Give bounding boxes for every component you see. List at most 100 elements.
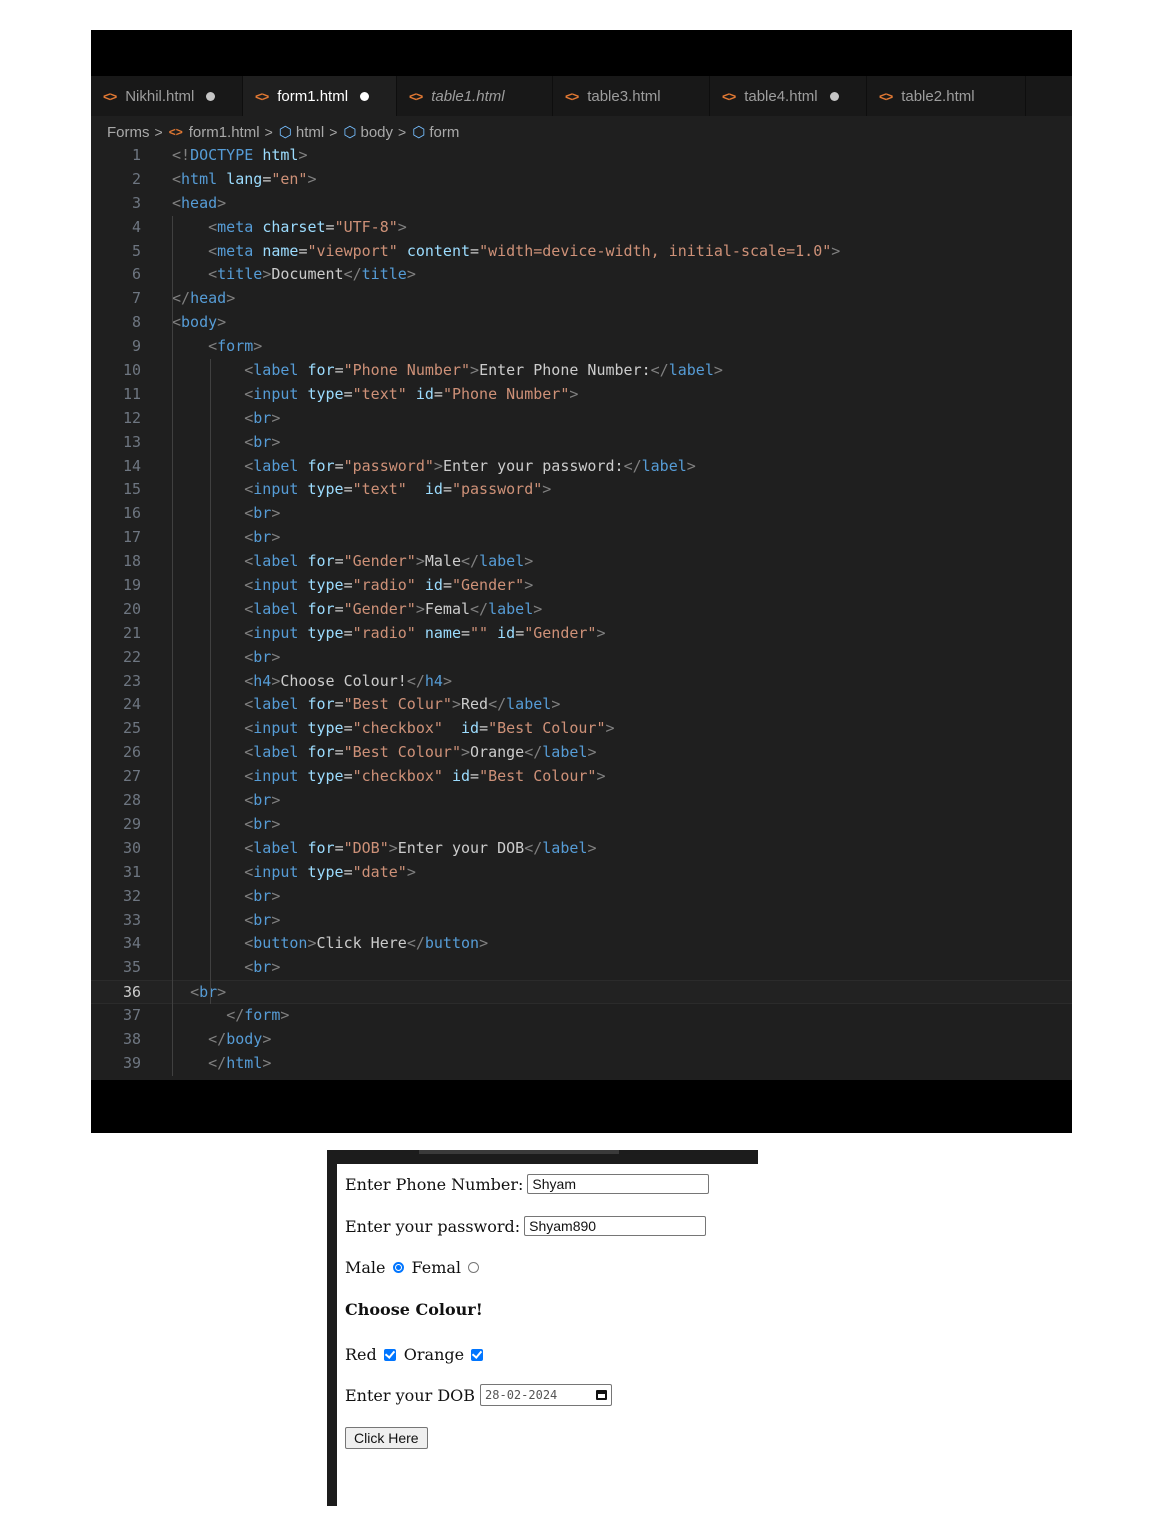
code-line[interactable]: 1 <!DOCTYPE html> <box>91 144 1072 168</box>
code-line[interactable]: 11 <input type="text" id="Phone Number"> <box>91 383 1072 407</box>
line-number: 14 <box>122 456 141 475</box>
code-line[interactable]: 14 <label for="password">Enter your pass… <box>91 455 1072 479</box>
code-line[interactable]: 9 <form> <box>91 335 1072 359</box>
line-number: 25 <box>122 719 141 738</box>
code-line[interactable]: 28 <br> <box>91 789 1072 813</box>
breadcrumb-item[interactable]: form1.html <box>189 124 260 141</box>
browser-preview: Enter Phone Number: Shyam Enter your pas… <box>327 1150 758 1506</box>
tab-form1-html[interactable]: <> form1.html <box>243 76 397 116</box>
code-line[interactable]: 29 <br> <box>91 813 1072 837</box>
tab-table4-html[interactable]: <> table4.html <box>710 76 867 116</box>
phone-label: Enter Phone Number: <box>345 1174 524 1194</box>
male-radio[interactable] <box>392 1262 404 1273</box>
code-text: <br> <box>244 814 281 833</box>
phone-row: Enter Phone Number: Shyam <box>345 1174 710 1194</box>
code-line[interactable]: 22 <br> <box>91 646 1072 670</box>
code-line[interactable]: 3 <head> <box>91 192 1072 216</box>
gender-row: Male Femal <box>345 1258 487 1277</box>
line-number: 5 <box>131 241 141 260</box>
code-text: <meta name="viewport" content="width=dev… <box>208 241 841 260</box>
line-number: 2 <box>131 169 141 188</box>
click-here-button[interactable]: Click Here <box>345 1427 428 1449</box>
code-line[interactable]: 13 <br> <box>91 431 1072 455</box>
code-line[interactable]: 24 <label for="Best Colur">Red</label> <box>91 693 1072 717</box>
code-lines[interactable]: 1 <!DOCTYPE html> 2 <html lang="en"> 3 <head>… <box>91 144 1072 1077</box>
line-number: 29 <box>122 814 141 833</box>
html-file-icon: <> <box>103 88 117 104</box>
code-text: <!DOCTYPE html> <box>172 146 308 164</box>
code-line[interactable]: 18 <label for="Gender">Male</label> <box>91 550 1072 574</box>
code-line[interactable]: 5 <meta name="viewport" content="width=d… <box>91 240 1072 264</box>
line-number: 8 <box>131 313 141 332</box>
code-text: <input type="text" id="password"> <box>244 480 552 499</box>
code-line[interactable]: 6 <title>Document</title> <box>91 263 1072 287</box>
code-area[interactable]: Forms > <> form1.html > ⬡ html > ⬡ body … <box>91 116 1072 1080</box>
code-text: <br> <box>244 910 281 929</box>
breadcrumb-item[interactable]: body <box>361 124 394 141</box>
tab-nikhil-html[interactable]: <> Nikhil.html <box>91 76 243 116</box>
code-line[interactable]: 32 <br> <box>91 885 1072 909</box>
code-text: <button>Click Here</button> <box>244 934 489 953</box>
code-line[interactable]: 8 <body> <box>91 311 1072 335</box>
code-line[interactable]: 16 <br> <box>91 502 1072 526</box>
code-line[interactable]: 34 <button>Click Here</button> <box>91 932 1072 956</box>
breadcrumb-item[interactable]: html <box>296 124 324 141</box>
code-line[interactable]: 39 </html> <box>91 1052 1072 1076</box>
dob-date-input[interactable]: 28-02-2024 <box>480 1384 613 1406</box>
code-line[interactable]: 7 </head> <box>91 287 1072 311</box>
code-line[interactable]: 12 <br> <box>91 407 1072 431</box>
password-input[interactable]: Shyam890 <box>524 1216 707 1236</box>
line-number: 18 <box>122 552 141 571</box>
code-line[interactable]: 26 <label for="Best Colour">Orange</labe… <box>91 741 1072 765</box>
code-text: </html> <box>208 1053 272 1072</box>
femal-label: Femal <box>411 1258 462 1277</box>
code-text: <br> <box>244 886 281 905</box>
femal-radio[interactable] <box>468 1262 480 1273</box>
code-line[interactable]: 19 <input type="radio" id="Gender"> <box>91 574 1072 598</box>
code-text: <label for="password">Enter your passwor… <box>244 456 696 475</box>
code-line[interactable]: 37 </form> <box>91 1004 1072 1028</box>
password-row: Enter your password: Shyam890 <box>345 1216 707 1236</box>
browser-top-bar <box>327 1150 758 1164</box>
code-text: <input type="checkbox" id="Best Colour"> <box>244 719 615 738</box>
breadcrumb-item[interactable]: Forms <box>107 124 150 141</box>
code-text: <form> <box>208 337 263 356</box>
code-text: <br> <box>244 432 281 451</box>
code-line[interactable]: 38 </body> <box>91 1028 1072 1052</box>
line-number: 11 <box>122 384 141 403</box>
code-line[interactable]: 35 <br> <box>91 956 1072 980</box>
dob-row: Enter your DOB 28-02-2024 <box>345 1384 613 1406</box>
code-line[interactable]: 4 <meta charset="UTF-8"> <box>91 216 1072 240</box>
code-line[interactable]: 2 <html lang="en"> <box>91 168 1072 192</box>
tab-table1-html[interactable]: <> table1.html <box>397 76 553 116</box>
code-line[interactable]: 15 <input type="text" id="password"> <box>91 478 1072 502</box>
code-line[interactable]: 30 <label for="DOB">Enter your DOB</labe… <box>91 837 1072 861</box>
phone-input[interactable]: Shyam <box>527 1174 710 1194</box>
line-number: 28 <box>122 791 141 810</box>
code-line[interactable]: 23 <h4>Choose Colour!</h4> <box>91 670 1072 694</box>
code-line[interactable]: 33 <br> <box>91 909 1072 933</box>
code-line[interactable]: 31 <input type="date"> <box>91 861 1072 885</box>
code-line[interactable]: 20 <label for="Gender">Femal</label> <box>91 598 1072 622</box>
red-checkbox[interactable] <box>383 1348 396 1361</box>
code-line[interactable]: 27 <input type="checkbox" id="Best Colou… <box>91 765 1072 789</box>
line-number: 27 <box>122 767 141 786</box>
tab-table3-html[interactable]: <> table3.html <box>553 76 710 116</box>
line-number: 7 <box>131 289 141 308</box>
code-line[interactable]: 25 <input type="checkbox" id="Best Colou… <box>91 717 1072 741</box>
chevron-right-icon: > <box>264 124 273 140</box>
code-line[interactable]: 10 <label for="Phone Number">Enter Phone… <box>91 359 1072 383</box>
code-line[interactable]: 36 <br> <box>91 980 1072 1005</box>
html-file-icon: <> <box>168 125 183 139</box>
orange-checkbox[interactable] <box>471 1348 484 1361</box>
breadcrumb-item[interactable]: form <box>429 124 459 141</box>
line-number: 23 <box>122 671 141 690</box>
tab-label: form1.html <box>277 87 349 105</box>
tab-table2-html[interactable]: <> table2.html <box>867 76 1026 116</box>
code-line[interactable]: 21 <input type="radio" name="" id="Gende… <box>91 622 1072 646</box>
indent-guide <box>172 215 173 1077</box>
calendar-icon[interactable] <box>596 1390 608 1400</box>
editor-tab-bar: <> Nikhil.html <> form1.html <> table1.h… <box>91 76 1072 116</box>
html-file-icon: <> <box>255 88 269 104</box>
code-line[interactable]: 17 <br> <box>91 526 1072 550</box>
